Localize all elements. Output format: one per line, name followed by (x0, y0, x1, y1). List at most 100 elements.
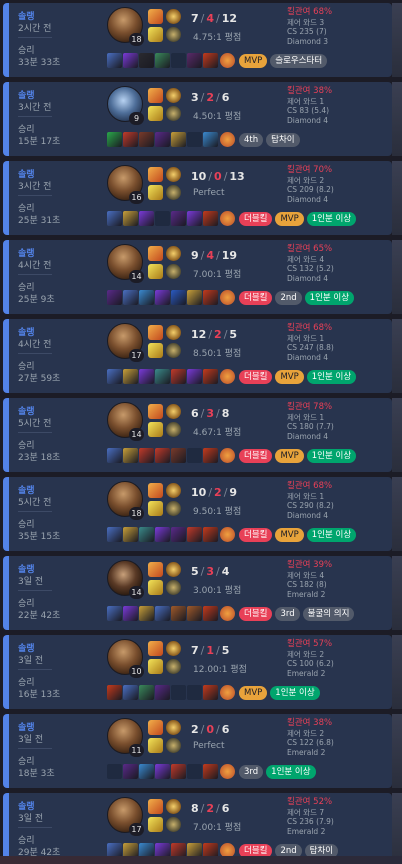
item-icon[interactable] (107, 448, 122, 463)
match-card[interactable]: 솔랭 3일 전 승리 22분 42초 14 5/3/4 3.00:1 평점 킬관여 39% 제어… (3, 556, 402, 630)
item-icon[interactable] (171, 448, 186, 463)
match-card[interactable]: 솔랭 3시간 전 승리 15분 17초 9 3/2/6 4.50:1 평점 킬관여 38% 제어… (3, 82, 402, 156)
item-icon[interactable] (123, 527, 138, 542)
summoner-spell-icon[interactable] (148, 659, 163, 674)
item-icon[interactable] (107, 606, 122, 621)
item-icon[interactable] (155, 448, 170, 463)
item-icon[interactable] (123, 448, 138, 463)
secondary-rune-icon[interactable] (166, 185, 181, 200)
item-icon[interactable] (171, 211, 186, 226)
expand-details-strip[interactable] (392, 556, 402, 630)
match-card[interactable]: 솔랭 2시간 전 승리 33분 33초 18 7/4/12 4.75:1 평점 킬관여 68%… (3, 3, 402, 77)
item-icon[interactable] (107, 685, 122, 700)
item-icon[interactable] (171, 369, 186, 384)
item-icon[interactable] (123, 53, 138, 68)
item-icon[interactable] (107, 527, 122, 542)
item-icon[interactable] (123, 132, 138, 147)
item-icon[interactable] (171, 527, 186, 542)
item-icon[interactable] (203, 211, 218, 226)
summoner-spell-icon[interactable] (148, 501, 163, 516)
summoner-spell-icon[interactable] (148, 27, 163, 42)
trinket-ward-icon[interactable] (220, 211, 235, 226)
item-icon[interactable] (107, 53, 122, 68)
summoner-spell-icon[interactable] (148, 483, 163, 498)
secondary-rune-icon[interactable] (166, 817, 181, 832)
secondary-rune-icon[interactable] (166, 501, 181, 516)
item-icon[interactable] (187, 290, 202, 305)
item-icon[interactable] (187, 527, 202, 542)
item-icon[interactable] (139, 764, 154, 779)
item-icon[interactable] (155, 685, 170, 700)
keystone-rune-icon[interactable] (166, 799, 181, 814)
match-card[interactable]: 솔랭 3시간 전 승리 25분 31초 16 10/0/13 Perfect 킬관여 70% 제… (3, 161, 402, 235)
secondary-rune-icon[interactable] (166, 343, 181, 358)
match-card[interactable]: 솔랭 3일 전 승리 29분 42초 17 8/2/6 7.00:1 평점 킬관여 52% 제어… (3, 793, 402, 864)
keystone-rune-icon[interactable] (166, 404, 181, 419)
summoner-spell-icon[interactable] (148, 641, 163, 656)
item-icon[interactable] (203, 290, 218, 305)
keystone-rune-icon[interactable] (166, 720, 181, 735)
expand-details-strip[interactable] (392, 319, 402, 393)
item-icon[interactable] (203, 527, 218, 542)
summoner-spell-icon[interactable] (148, 817, 163, 832)
match-card[interactable]: 솔랭 3일 전 승리 16분 13초 10 7/1/5 12.00:1 평점 킬관여 57% 제… (3, 635, 402, 709)
summoner-spell-icon[interactable] (148, 325, 163, 340)
item-icon[interactable] (171, 764, 186, 779)
secondary-rune-icon[interactable] (166, 659, 181, 674)
trinket-ward-icon[interactable] (220, 290, 235, 305)
item-icon[interactable] (123, 685, 138, 700)
item-icon[interactable] (203, 448, 218, 463)
summoner-spell-icon[interactable] (148, 9, 163, 24)
match-card[interactable]: 솔랭 4시간 전 승리 27분 59초 17 12/2/5 8.50:1 평점 킬관여 68%… (3, 319, 402, 393)
summoner-spell-icon[interactable] (148, 422, 163, 437)
trinket-ward-icon[interactable] (220, 685, 235, 700)
trinket-ward-icon[interactable] (220, 606, 235, 621)
keystone-rune-icon[interactable] (166, 562, 181, 577)
summoner-spell-icon[interactable] (148, 106, 163, 121)
match-card[interactable]: 솔랭 5시간 전 승리 35분 15초 18 10/2/9 9.50:1 평점 킬관여 68%… (3, 477, 402, 551)
secondary-rune-icon[interactable] (166, 27, 181, 42)
expand-details-strip[interactable] (392, 714, 402, 788)
expand-details-strip[interactable] (392, 635, 402, 709)
summoner-spell-icon[interactable] (148, 404, 163, 419)
summoner-spell-icon[interactable] (148, 580, 163, 595)
item-icon[interactable] (187, 211, 202, 226)
item-icon[interactable] (171, 606, 186, 621)
item-icon[interactable] (203, 369, 218, 384)
item-icon[interactable] (123, 764, 138, 779)
item-icon[interactable] (139, 211, 154, 226)
item-icon[interactable] (123, 211, 138, 226)
expand-details-strip[interactable] (392, 398, 402, 472)
item-icon[interactable] (187, 369, 202, 384)
item-icon[interactable] (203, 53, 218, 68)
secondary-rune-icon[interactable] (166, 106, 181, 121)
trinket-ward-icon[interactable] (220, 369, 235, 384)
secondary-rune-icon[interactable] (166, 738, 181, 753)
expand-details-strip[interactable] (392, 793, 402, 864)
trinket-ward-icon[interactable] (220, 132, 235, 147)
summoner-spell-icon[interactable] (148, 264, 163, 279)
match-card[interactable]: 솔랭 4시간 전 승리 25분 9초 14 9/4/19 7.00:1 평점 킬관여 65% 제… (3, 240, 402, 314)
item-icon[interactable] (171, 290, 186, 305)
trinket-ward-icon[interactable] (220, 764, 235, 779)
keystone-rune-icon[interactable] (166, 88, 181, 103)
item-icon[interactable] (187, 606, 202, 621)
item-icon[interactable] (171, 132, 186, 147)
item-icon[interactable] (123, 290, 138, 305)
item-icon[interactable] (139, 527, 154, 542)
keystone-rune-icon[interactable] (166, 246, 181, 261)
expand-details-strip[interactable] (392, 3, 402, 77)
item-icon[interactable] (203, 606, 218, 621)
item-icon[interactable] (123, 606, 138, 621)
summoner-spell-icon[interactable] (148, 246, 163, 261)
match-card[interactable]: 솔랭 5시간 전 승리 23분 18초 14 6/3/8 4.67:1 평점 킬관여 78% 제… (3, 398, 402, 472)
keystone-rune-icon[interactable] (166, 167, 181, 182)
item-icon[interactable] (203, 685, 218, 700)
item-icon[interactable] (139, 369, 154, 384)
item-icon[interactable] (155, 53, 170, 68)
item-icon[interactable] (107, 211, 122, 226)
item-icon[interactable] (139, 685, 154, 700)
keystone-rune-icon[interactable] (166, 325, 181, 340)
summoner-spell-icon[interactable] (148, 799, 163, 814)
trinket-ward-icon[interactable] (220, 53, 235, 68)
